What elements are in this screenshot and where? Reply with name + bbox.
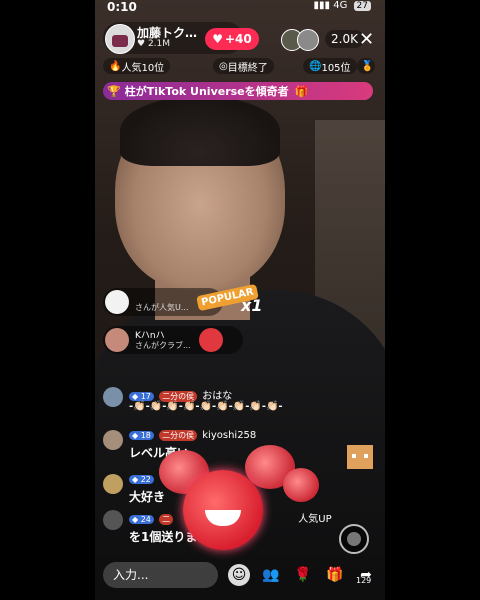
level-badge: ◆ 22: [129, 475, 154, 484]
user-avatar: [103, 430, 123, 450]
heart-icon: ♥: [137, 39, 146, 49]
chat-text: を1個送りま: [129, 530, 198, 544]
gift-multiplier: x1: [241, 296, 263, 315]
chat-message[interactable]: ◆ 18 二分の侯 kiyoshi258 レベル高い: [103, 430, 363, 462]
viewer-avatars[interactable]: 2.0K: [281, 28, 364, 51]
network-type: 4G: [333, 0, 348, 11]
chat-header: ◆ 17 二分の侯 おはな: [129, 387, 232, 402]
emoji-icon[interactable]: ☺: [228, 564, 250, 586]
flame-icon: 🔥: [109, 60, 122, 72]
status-bar: 0:10 ▮▮▮ 4G 27: [95, 0, 385, 14]
notification-text: さんが人気U...: [135, 303, 189, 312]
level-badge: ◆ 18: [129, 431, 154, 440]
streamer-hair: [120, 96, 280, 166]
live-stream-screen: 0:10 ▮▮▮ 4G 27 加藤トク… ♥ 2.1M ♥ +40 2.0K ✕…: [95, 0, 385, 600]
chat-message[interactable]: ◆ 17 二分の侯 おはな -👏🏻-👏🏻-👏🏻-👏🏻-👏🏻-👏🏻-👏🏻-👏🏻-👏…: [103, 387, 363, 419]
record-icon[interactable]: [339, 524, 369, 554]
chat-header: ◆ 18 二分の侯 kiyoshi258: [129, 430, 256, 441]
user-avatar: [103, 387, 123, 407]
team-badge: 二分の侯: [159, 430, 198, 441]
gift-box-icon: [103, 510, 123, 530]
gift-icon: 🎁: [294, 84, 309, 98]
goal-pill[interactable]: ◎ 目標終了: [213, 58, 274, 74]
medal-icon[interactable]: 🏅: [357, 58, 375, 74]
heart-icon: ♥: [212, 32, 223, 46]
notification-text: さんがクラブ...: [135, 341, 191, 350]
team-badge: 二: [159, 514, 174, 525]
follow-button[interactable]: ♥ +40: [205, 28, 259, 50]
signal-icon: ▮▮▮: [313, 0, 331, 11]
user-avatar: [105, 328, 129, 352]
bottom-bar: 入力... ☺ 👥 🌹 🎁 ➦ 129: [103, 562, 377, 588]
status-right: ▮▮▮ 4G 27: [314, 0, 371, 11]
rank-pill[interactable]: 🌐 105位: [303, 58, 357, 74]
battery-icon: 27: [353, 1, 371, 11]
chat-text: 大好き: [129, 490, 166, 504]
chat-extra: 人気UP: [298, 514, 332, 525]
heart-gift-icon: [199, 328, 223, 352]
multi-guest-icon[interactable]: 👥: [260, 564, 282, 586]
gift-icon[interactable]: 🎁: [324, 564, 346, 586]
announcement-banner[interactable]: 🏆 柱がTikTok Universeを傾奇者 🎁: [103, 82, 373, 100]
status-time: 0:10: [107, 0, 137, 14]
host-likes: ♥ 2.1M: [137, 39, 171, 49]
share-count: 129: [356, 576, 372, 585]
comment-input[interactable]: 入力...: [103, 562, 218, 588]
level-badge: ◆ 24: [129, 515, 154, 524]
user-avatar: [105, 290, 129, 314]
user-avatar: [103, 474, 123, 494]
heart-sticker: [283, 468, 319, 502]
rose-icon[interactable]: 🌹: [292, 564, 314, 586]
heart-gift-animation: [183, 470, 263, 550]
popular-rank-pill[interactable]: 🔥 人気10位: [103, 58, 171, 74]
level-badge: ◆ 17: [129, 392, 154, 401]
globe-icon: 🌐: [309, 60, 322, 72]
target-icon: ◎: [219, 60, 228, 72]
viewer-avatar[interactable]: [297, 29, 319, 51]
chat-username: kiyoshi258: [202, 430, 257, 441]
host-avatar[interactable]: [105, 24, 135, 54]
trophy-icon: 🏆: [107, 84, 121, 98]
close-icon[interactable]: ✕: [359, 29, 374, 50]
minecraft-icon[interactable]: [347, 445, 373, 469]
chat-text: -👏🏻-👏🏻-👏🏻-👏🏻-👏🏻-👏🏻-👏🏻-👏🏻-👏🏻-: [129, 401, 283, 412]
chat-header: ◆ 22: [129, 474, 156, 485]
